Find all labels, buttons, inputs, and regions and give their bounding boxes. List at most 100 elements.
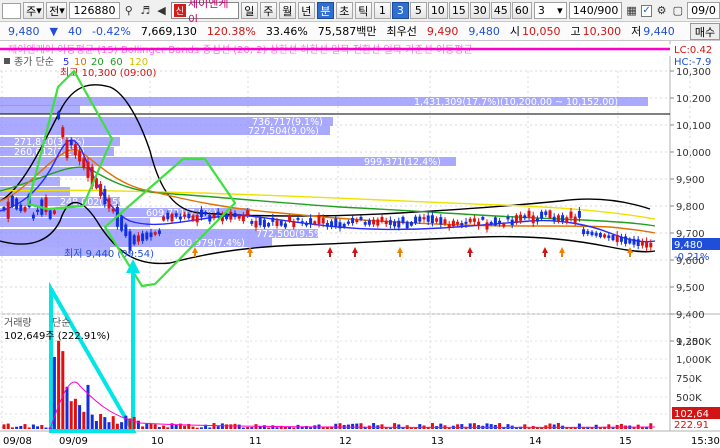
interval-select[interactable]: 3 ▾ [533,2,567,19]
volume-bar [359,423,363,429]
buy-button[interactable]: 매수 [690,23,720,40]
ma5-label: 5 [63,57,69,68]
candle-body [183,214,187,217]
volume-bar [157,427,161,429]
interval-button-30[interactable]: 30 [469,2,490,19]
search-icon[interactable]: ⚲ [122,3,136,18]
high-price: 10,300 [582,24,622,38]
volume-bar [355,423,359,429]
candle-body [279,220,283,226]
prev-icon[interactable]: ◀ [154,3,168,18]
interval-button-group: 1 3 5 10 15 30 45 60 [373,2,532,19]
volume-bar [283,427,287,429]
candle-body [309,218,313,225]
menu-box[interactable] [2,2,22,19]
candle-body [594,232,598,236]
volume-bar [199,427,203,429]
volume-bar [183,425,187,429]
period-month-button[interactable]: 월 [278,2,296,19]
time-axis-label: 11 [249,436,262,447]
volume-bar [27,427,31,429]
price-chart[interactable]: 제이엔케이 이동평균 (15) Bollinger Bands 중심선 (20,… [0,41,720,448]
candle-body [145,232,149,240]
candle-body [216,211,220,215]
volume-bar [351,423,355,429]
volume-bar [267,427,271,429]
volume-bar [31,424,35,429]
candle-body [120,216,124,231]
candle-body [170,213,174,222]
volume-bar [456,424,460,429]
candle-body [346,221,350,224]
price-axis-label: 10,200 [676,94,711,105]
stock-code-input[interactable]: 126880 [69,2,120,19]
candle-body [204,211,208,215]
indicator-legend: 제이엔케이 이동평균 (15) Bollinger Bands 중심선 (20,… [8,43,473,56]
time-axis-label: 09/08 [3,436,32,447]
period-year-button[interactable]: 년 [297,2,315,19]
tools-icon[interactable]: ⚙ [654,3,668,18]
candle-body [191,215,195,221]
interval-button-60[interactable]: 60 [511,2,532,19]
volume-bar [388,427,392,429]
candle-body [212,214,216,219]
stock-name-field[interactable]: 신 제이엔케이 [170,0,239,26]
interval-button-5[interactable]: 5 [409,2,427,19]
volume-profile-bar [0,167,92,176]
candle-body [111,208,115,212]
candle-body [292,221,296,228]
interval-button-10[interactable]: 10 [427,2,448,19]
candle-body [645,241,649,248]
period-minute-button[interactable]: 분 [316,2,334,19]
open-price: 10,050 [522,24,561,38]
candle-body [372,219,376,225]
volume-bar [556,423,560,429]
candle-body [195,215,199,223]
volume-bar [149,423,153,429]
candle-body [187,214,191,219]
candle-body [342,223,346,228]
candle-body [73,144,77,156]
candle-body [640,241,644,246]
volume-bar [468,423,472,429]
grid-icon[interactable]: ▦ [624,3,638,18]
volume-bar [90,414,94,429]
period-day-button[interactable]: 일 [240,2,258,19]
best-ask: 9,490 [426,24,459,38]
time-axis-label: 14 [529,436,542,447]
interval-button-1[interactable]: 1 [373,2,391,19]
speaker-icon[interactable]: ♬ [138,3,152,18]
candle-body [561,215,565,222]
candle-body [208,215,212,222]
volume-bar [292,427,296,429]
volume-bar [10,427,14,429]
option-checkbox[interactable]: ✓ [640,4,653,17]
volume-bar [485,423,489,429]
candle-body [439,217,443,225]
time-axis-label: 15 [619,436,632,447]
volume-bar [527,427,531,429]
market-select[interactable]: 주 ▾ [23,2,45,19]
interval-value: 3 [537,4,545,17]
count-input[interactable]: 140/900 [568,2,623,19]
period-second-button[interactable]: 초 [335,2,353,19]
type-select[interactable]: 전 ▾ [46,2,68,19]
candle-body [544,211,548,215]
layout-icon[interactable]: ▢ [671,3,685,18]
date-input[interactable]: 09/0 [687,2,720,19]
period-tick-button[interactable]: 틱 [354,2,372,19]
candle-body [556,215,560,222]
volume-bar [607,424,611,429]
chart-area[interactable]: 제이엔케이 이동평균 (15) Bollinger Bands 중심선 (20,… [0,41,720,448]
candle-body [254,220,258,228]
volume-bar [447,427,451,429]
period-week-button[interactable]: 주 [259,2,277,19]
interval-button-15[interactable]: 15 [448,2,469,19]
candle-body [225,213,229,220]
candle-body [2,207,6,211]
interval-button-3[interactable]: 3 [391,2,409,19]
candle-body [174,213,178,217]
interval-button-45[interactable]: 45 [490,2,511,19]
price-summary-bar: 9,480 ▼ 40 -0.42% 7,669,130 120.38% 33.4… [0,22,720,41]
candle-body [199,209,203,218]
